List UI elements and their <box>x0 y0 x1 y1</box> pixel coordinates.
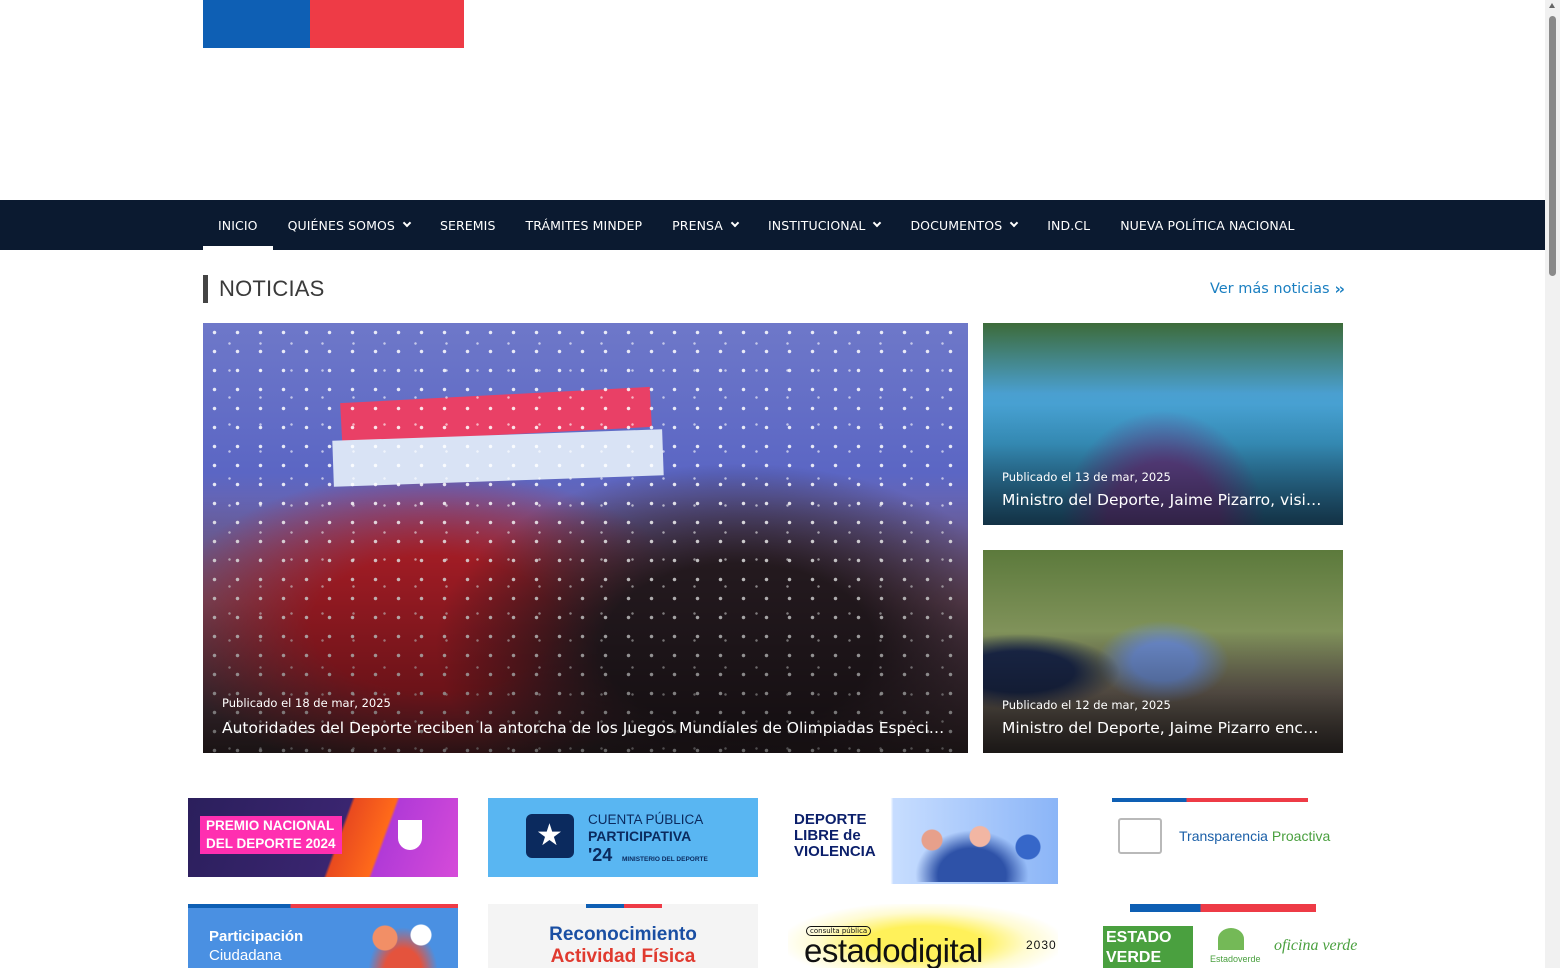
banner-premio-nacional[interactable]: PREMIO NACIONAL DEL DEPORTE 2024 <box>188 798 458 877</box>
banner-small-text: Estadoverde <box>1210 954 1261 964</box>
banner-estado-digital[interactable]: consulta pública estadodigital 2030 <box>788 904 1058 968</box>
banner-line: oficina verde <box>1274 937 1358 954</box>
banner-participacion-ciudadana[interactable]: Participación Ciudadana <box>188 904 458 968</box>
banner-line: CUENTA PÚBLICA <box>588 812 704 827</box>
star-icon: ★ <box>536 818 563 853</box>
scrollbar-thumb[interactable] <box>1549 16 1556 276</box>
nav-item-label: QUIÉNES SOMOS <box>287 217 395 233</box>
nav-item-seremis[interactable]: SEREMIS <box>425 200 511 250</box>
banner-line: VIOLENCIA <box>794 843 876 860</box>
banner-box-text: ESTADO VERDE <box>1103 926 1193 968</box>
chevron-down-icon <box>402 218 412 228</box>
news-headline[interactable]: Ministro del Deporte, Jaime Pizarro, vis… <box>1002 491 1324 509</box>
banner-line: MINISTERIO DEL DEPORTE <box>622 856 708 863</box>
nav-item-label: DOCUMENTOS <box>910 217 1003 233</box>
nav-item-label: PRENSA <box>672 217 723 233</box>
banner-estado-verde[interactable]: ESTADO VERDE Estadoverde oficina verde <box>1088 904 1358 968</box>
banner-transparencia-proactiva[interactable]: Transparencia Proactiva <box>1088 798 1358 884</box>
document-search-icon <box>1118 818 1162 854</box>
double-chevron-right-icon: ›› <box>1334 280 1345 298</box>
news-card-main[interactable]: Publicado el 18 de mar, 2025 Autoridades… <box>203 323 968 753</box>
nav-item-label: INSTITUCIONAL <box>767 217 866 233</box>
banner-line: PREMIO NACIONAL <box>206 818 335 833</box>
nav-item-label: SEREMIS <box>439 217 496 233</box>
banner-line: estadodigital <box>804 932 983 968</box>
banner-line: Participación <box>209 928 304 945</box>
banner-cuenta-publica[interactable]: ★ CUENTA PÚBLICA PARTICIPATIVA '24 MINIS… <box>488 798 758 877</box>
nav-item-institucional[interactable]: INSTITUCIONAL <box>753 200 896 250</box>
chevron-down-icon <box>873 218 882 228</box>
banner-line: PARTICIPATIVA <box>588 828 692 844</box>
nav-item-label: INICIO <box>218 217 258 233</box>
news-headline[interactable]: Autoridades del Deporte reciben la antor… <box>222 719 949 737</box>
nav-items: INICIO QUIÉNES SOMOS SEREMIS TRÁMITES MI… <box>203 200 1310 250</box>
flag-stripe <box>1130 904 1316 912</box>
logo-red-block <box>310 0 464 48</box>
nav-item-prensa[interactable]: PRENSA <box>657 200 753 250</box>
news-card-side[interactable]: Publicado el 13 de mar, 2025 Ministro de… <box>983 323 1343 525</box>
chevron-down-icon <box>730 218 740 228</box>
news-card-side[interactable]: Publicado el 12 de mar, 2025 Ministro de… <box>983 550 1343 753</box>
vertical-scrollbar[interactable] <box>1545 0 1560 968</box>
flag-stripe <box>188 904 458 908</box>
nav-item-label: TRÁMITES MINDEP <box>525 217 643 233</box>
banner-line: Actividad Física <box>550 946 696 967</box>
banner-line: 2030 <box>1026 938 1057 952</box>
photo-shade <box>203 495 968 753</box>
banner-line: LIBRE de <box>794 827 861 844</box>
nav-item-tramites[interactable]: TRÁMITES MINDEP <box>510 200 657 250</box>
nav-item-inicio[interactable]: INICIO <box>203 200 273 250</box>
more-news-link[interactable]: Ver más noticias ›› <box>1209 280 1345 298</box>
section-title-noticias: NOTICIAS <box>203 275 325 303</box>
news-headline[interactable]: Ministro del Deporte, Jaime Pizarro enca… <box>1002 719 1324 737</box>
banner-libre-text: DEPORTE LIBRE de VIOLENCIA <box>794 812 876 860</box>
nav-item-label: NUEVA POLÍTICA NACIONAL <box>1120 217 1295 233</box>
gobierno-logo[interactable] <box>203 0 464 48</box>
banner-word: Transparencia <box>1179 828 1268 844</box>
nav-item-nueva-politica[interactable]: NUEVA POLÍTICA NACIONAL <box>1105 200 1309 250</box>
nav-item-label: IND.CL <box>1047 217 1091 233</box>
banner-line: DEL DEPORTE 2024 <box>206 836 336 851</box>
news-date: Publicado el 13 de mar, 2025 <box>1002 470 1171 484</box>
banner-deporte-libre-violencia[interactable]: DEPORTE LIBRE de VIOLENCIA <box>788 798 1058 884</box>
more-news-label: Ver más noticias <box>1209 281 1330 297</box>
banner-line: Reconocimiento <box>549 924 697 945</box>
logo-blue-block <box>203 0 310 48</box>
nav-item-ind[interactable]: IND.CL <box>1032 200 1105 250</box>
people-illustration <box>892 812 1052 882</box>
plant-icon <box>1218 928 1244 950</box>
banner-transparencia-text: Transparencia Proactiva <box>1179 828 1330 844</box>
chevron-down-icon <box>1010 218 1019 228</box>
page: INICIO QUIÉNES SOMOS SEREMIS TRÁMITES MI… <box>0 0 1545 968</box>
nav-item-documentos[interactable]: DOCUMENTOS <box>895 200 1032 250</box>
news-date: Publicado el 12 de mar, 2025 <box>1002 698 1171 712</box>
trophy-icon <box>398 820 422 850</box>
banner-line: Ciudadana <box>209 947 282 964</box>
banner-reconocimiento-actividad-fisica[interactable]: Reconocimiento Actividad Física <box>488 904 758 968</box>
main-navigation: INICIO QUIÉNES SOMOS SEREMIS TRÁMITES MI… <box>0 200 1545 250</box>
banner-line: '24 <box>588 845 613 865</box>
news-date: Publicado el 18 de mar, 2025 <box>222 696 391 710</box>
nav-item-quienes-somos[interactable]: QUIÉNES SOMOS <box>273 200 425 250</box>
flag-stripe <box>586 904 662 908</box>
people-illustration <box>358 914 448 968</box>
banner-line: DEPORTE <box>794 811 867 828</box>
scroll-up-arrow-icon[interactable] <box>1549 3 1555 8</box>
flag-stripe <box>1112 798 1308 802</box>
banner-word: Proactiva <box>1271 828 1331 844</box>
banner-premio-text: PREMIO NACIONAL DEL DEPORTE 2024 <box>200 816 342 854</box>
